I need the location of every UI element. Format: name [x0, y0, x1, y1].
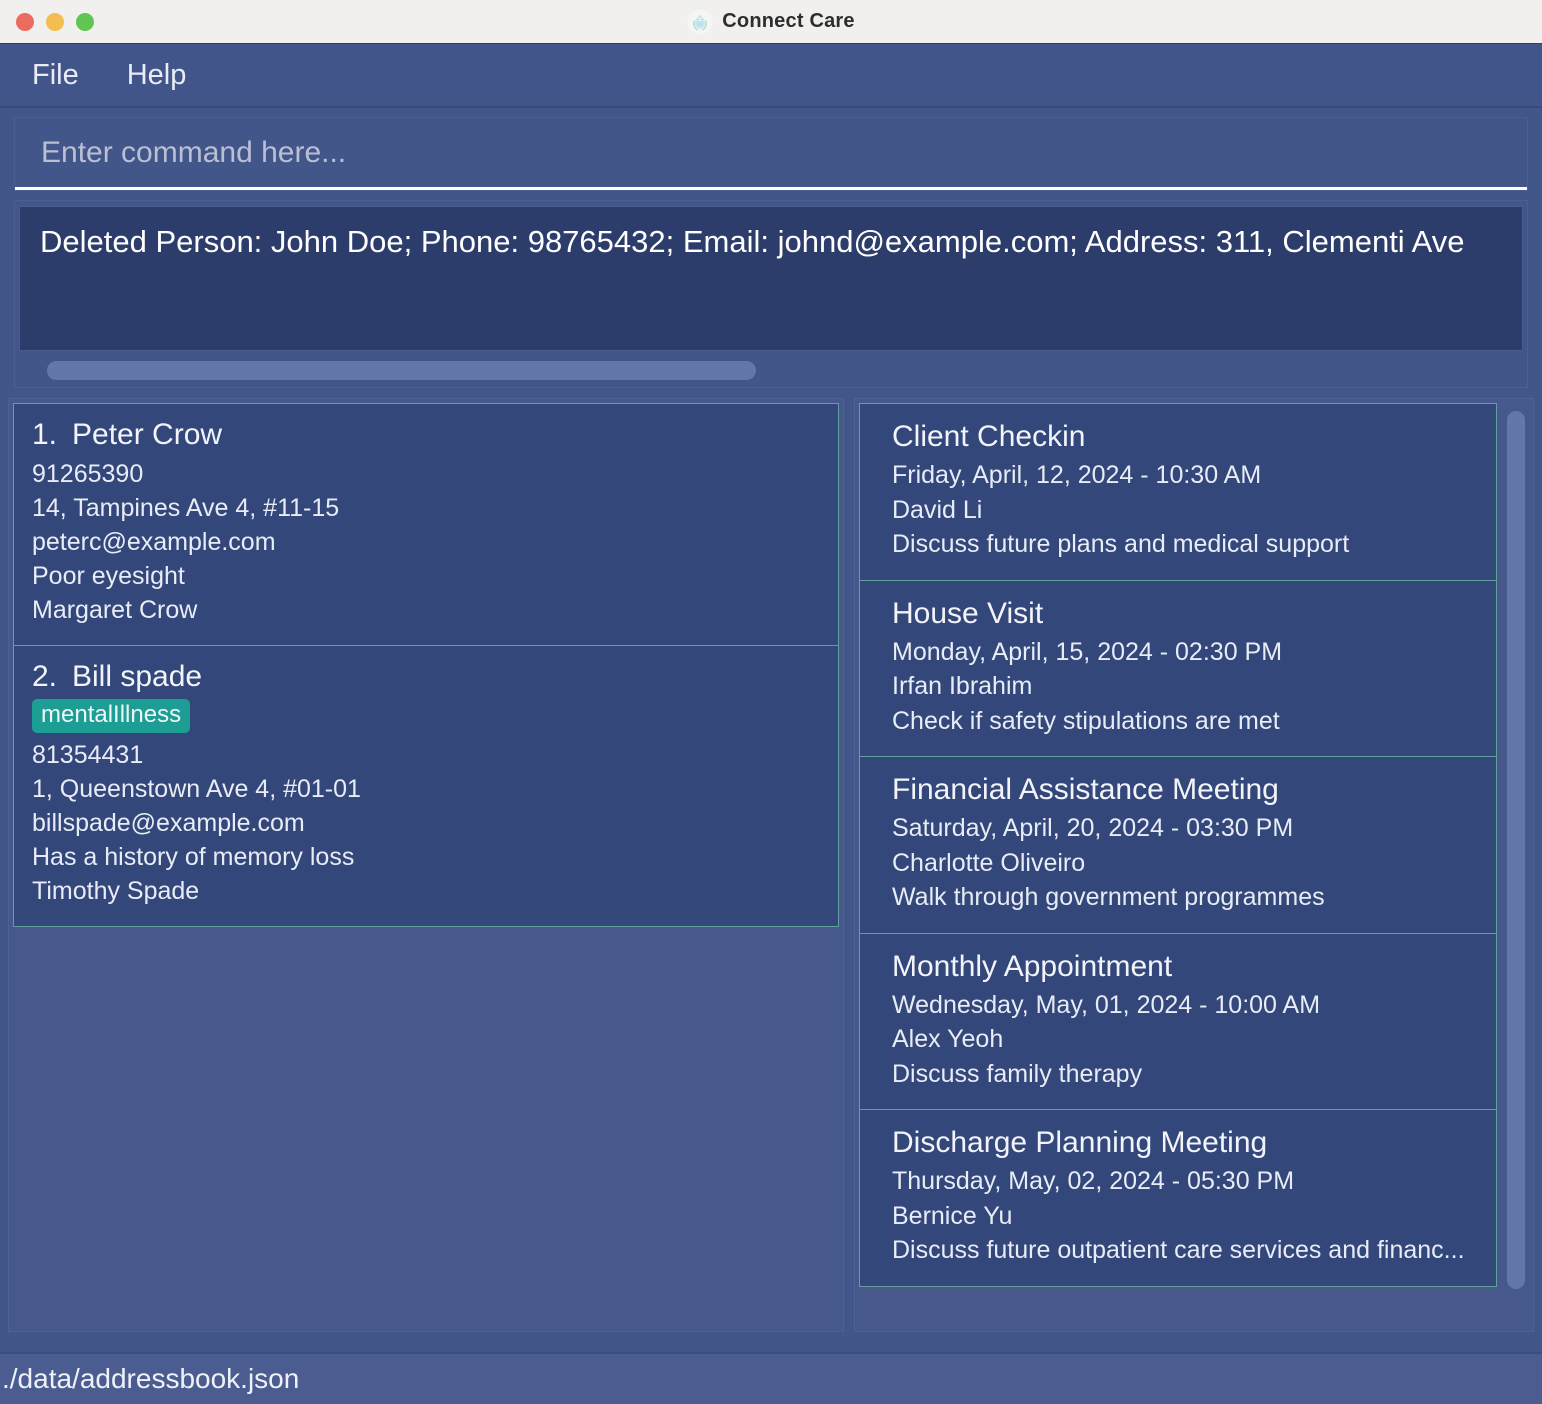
person-tag-list: mentalIllness — [32, 699, 820, 733]
person-list-item[interactable]: 2. Bill spade mentalIllness 81354431 1, Q… — [13, 646, 839, 927]
window-title: Connect Care — [722, 10, 855, 32]
person-next-of-kin: Timothy Spade — [32, 877, 200, 905]
appointment-person: Alex Yeoh — [892, 1025, 1004, 1053]
appointment-description: Discuss future plans and medical support — [892, 530, 1350, 558]
appointment-datetime: Monday, April, 15, 2024 - 02:30 PM — [892, 637, 1283, 666]
appointment-vertical-scrollbar[interactable] — [1505, 409, 1527, 1321]
appointment-title: Monthly Appointment — [892, 949, 1173, 983]
person-name-row: 2. Bill spade — [32, 660, 820, 694]
save-location-status: ./data/addressbook.json — [2, 1363, 300, 1394]
result-horizontal-scrollbar[interactable] — [23, 359, 1519, 381]
minimize-button[interactable] — [46, 12, 64, 31]
main-split-pane: 1. Peter Crow 91265390 14, Tampines Ave 4… — [8, 398, 1534, 1332]
menu-bar: File Help — [0, 44, 1542, 108]
split-pane-divider[interactable] — [844, 398, 854, 1332]
person-note: Has a history of memory loss — [32, 843, 355, 871]
appointment-datetime: Friday, April, 12, 2024 - 10:30 AM — [892, 461, 1262, 489]
appointment-description: Discuss family therapy — [892, 1059, 1143, 1088]
person-name-row: 1. Peter Crow — [32, 418, 820, 452]
person-phone: 81354431 — [32, 741, 144, 769]
command-box — [14, 117, 1528, 191]
person-list-item[interactable]: 1. Peter Crow 91265390 14, Tampines Ave 4… — [13, 403, 839, 646]
result-display-panel: Deleted Person: John Doe; Phone: 9876543… — [14, 200, 1528, 388]
appointment-list-item[interactable]: Monthly Appointment Wednesday, May, 01, … — [859, 933, 1497, 1110]
appointment-description: Check if safety stipulations are met — [892, 706, 1280, 735]
person-phone: 91265390 — [32, 460, 144, 488]
traffic-light-buttons — [16, 12, 94, 31]
appointment-description: Discuss future outpatient care services … — [892, 1236, 1465, 1264]
appointment-datetime: Wednesday, May, 01, 2024 - 10:00 AM — [892, 990, 1321, 1019]
appointment-person: Bernice Yu — [892, 1201, 1013, 1230]
appointment-person: David Li — [892, 495, 983, 524]
person-name: Bill spade — [72, 660, 203, 693]
window-titlebar: Connect Care — [0, 0, 1542, 44]
command-input[interactable] — [15, 118, 1527, 190]
result-horizontal-scrollbar-thumb[interactable] — [47, 361, 756, 380]
appointment-list-panel[interactable]: Client Checkin Friday, April, 12, 2024 -… — [854, 398, 1534, 1332]
menu-item-file[interactable]: File — [26, 57, 85, 94]
appointment-list-item[interactable]: Client Checkin Friday, April, 12, 2024 -… — [859, 403, 1497, 581]
maximize-button[interactable] — [76, 12, 94, 31]
appointment-vertical-scrollbar-thumb[interactable] — [1507, 411, 1525, 1289]
appointment-person: Irfan Ibrahim — [892, 672, 1033, 700]
person-tag: mentalIllness — [32, 699, 191, 733]
close-button[interactable] — [16, 12, 34, 31]
appointment-description: Walk through government programmes — [892, 883, 1325, 911]
appointment-datetime: Saturday, April, 20, 2024 - 03:30 PM — [892, 814, 1294, 842]
appointment-datetime: Thursday, May, 02, 2024 - 05:30 PM — [892, 1167, 1295, 1195]
appointment-list-item[interactable]: Discharge Planning Meeting Thursday, May… — [859, 1110, 1497, 1287]
person-name: Peter Crow — [72, 418, 223, 451]
appointment-person: Charlotte Oliveiro — [892, 848, 1086, 877]
person-note: Poor eyesight — [32, 562, 185, 590]
result-display-text: Deleted Person: John Doe; Phone: 9876543… — [40, 224, 1465, 259]
person-address: 14, Tampines Ave 4, #11-15 — [32, 494, 340, 522]
window-title-group: Connect Care — [0, 0, 1542, 43]
person-next-of-kin: Margaret Crow — [32, 596, 198, 624]
appointment-title: House Visit — [892, 596, 1044, 630]
person-index: 2. — [32, 660, 58, 693]
connect-care-logo-icon — [687, 8, 713, 35]
person-address: 1, Queenstown Ave 4, #01-01 — [32, 775, 361, 803]
menu-item-help[interactable]: Help — [121, 57, 193, 94]
appointment-list: Client Checkin Friday, April, 12, 2024 -… — [859, 403, 1503, 1327]
status-bar: ./data/addressbook.json — [0, 1352, 1542, 1404]
appointment-title: Financial Assistance Meeting — [892, 773, 1279, 806]
person-email: billspade@example.com — [32, 809, 305, 837]
person-email: peterc@example.com — [32, 528, 276, 556]
person-index: 1. — [32, 418, 58, 451]
appointment-list-item[interactable]: Financial Assistance Meeting Saturday, A… — [859, 757, 1497, 934]
appointment-list-item[interactable]: House Visit Monday, April, 15, 2024 - 02… — [859, 580, 1497, 757]
appointment-title: Client Checkin — [892, 420, 1086, 453]
person-list-panel[interactable]: 1. Peter Crow 91265390 14, Tampines Ave 4… — [8, 398, 844, 1332]
result-display-box: Deleted Person: John Doe; Phone: 9876543… — [19, 206, 1523, 351]
appointment-title: Discharge Planning Meeting — [892, 1126, 1268, 1159]
